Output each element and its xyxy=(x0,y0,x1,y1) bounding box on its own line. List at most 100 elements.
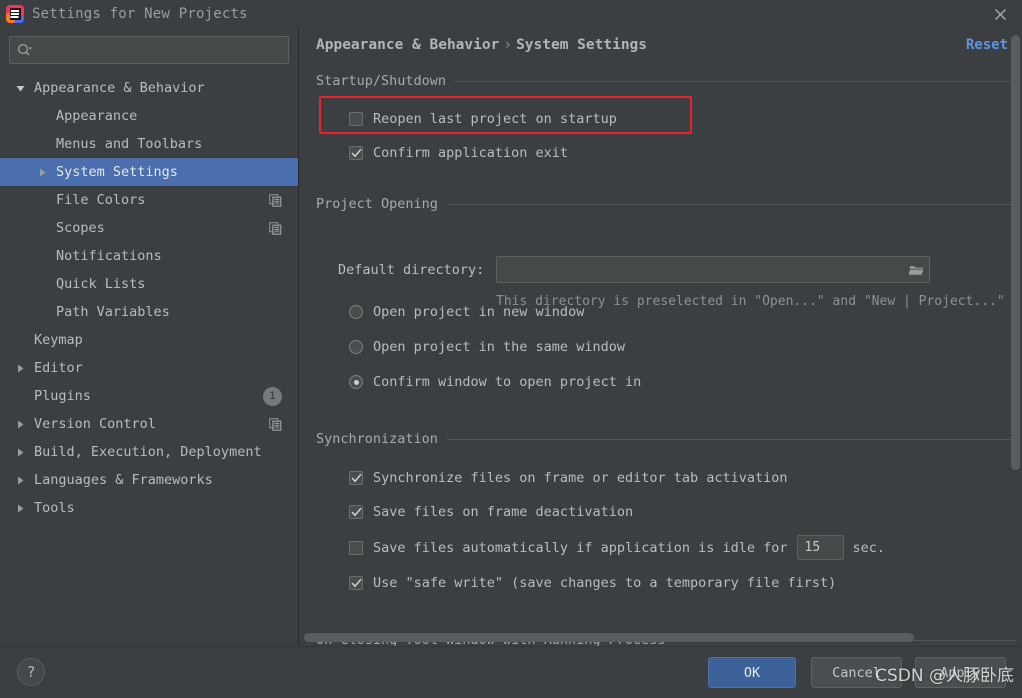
default-directory-label: Default directory: xyxy=(338,262,484,278)
dialog-footer: ? OK Cancel Apply xyxy=(0,646,1022,698)
sidebar-item-label: Notifications xyxy=(56,248,298,264)
tree-indent-spacer xyxy=(36,306,49,319)
check-icon xyxy=(351,578,362,588)
vertical-scrollbar-thumb[interactable] xyxy=(1011,35,1020,470)
section-rule xyxy=(454,81,1016,82)
chevron-right-icon[interactable] xyxy=(14,362,27,375)
breadcrumb: Appearance & Behavior›System Settings xyxy=(316,37,647,53)
sidebar-item-path-variables[interactable]: Path Variables xyxy=(0,298,298,326)
reset-link[interactable]: Reset xyxy=(966,37,1008,53)
section-project-opening: Project Opening xyxy=(316,196,1016,212)
checkbox-label: Synchronize files on frame or editor tab… xyxy=(373,470,788,486)
ok-button[interactable]: OK xyxy=(708,657,796,688)
checkbox-box[interactable] xyxy=(349,505,363,519)
tree-indent-spacer xyxy=(14,390,27,403)
sidebar-item-scopes[interactable]: Scopes xyxy=(0,214,298,242)
tree-indent-spacer xyxy=(36,222,49,235)
folder-icon[interactable] xyxy=(903,257,929,282)
sidebar-item-appearance[interactable]: Appearance xyxy=(0,102,298,130)
radio-button[interactable] xyxy=(349,340,363,354)
chevron-right-icon[interactable] xyxy=(14,474,27,487)
checkbox-safe-write[interactable]: Use "safe write" (save changes to a temp… xyxy=(349,571,1016,595)
horizontal-scrollbar-thumb[interactable] xyxy=(304,633,914,642)
search-box[interactable] xyxy=(9,36,289,64)
sidebar-item-label: Editor xyxy=(34,360,298,376)
sidebar-item-label: Quick Lists xyxy=(56,276,298,292)
checkbox-box[interactable] xyxy=(349,576,363,590)
section-rule xyxy=(446,439,1016,440)
chevron-right-icon[interactable] xyxy=(14,446,27,459)
sidebar-item-label: Build, Execution, Deployment xyxy=(34,444,298,460)
idle-seconds-input[interactable] xyxy=(798,540,843,555)
tree-indent-spacer xyxy=(36,278,49,291)
sidebar-item-file-colors[interactable]: File Colors xyxy=(0,186,298,214)
close-icon[interactable] xyxy=(978,0,1022,28)
sidebar-item-label: Keymap xyxy=(34,332,298,348)
chevron-right-icon[interactable] xyxy=(36,166,49,179)
checkbox-synchronize-files[interactable]: Synchronize files on frame or editor tab… xyxy=(349,466,1016,490)
default-directory-field[interactable] xyxy=(496,256,930,283)
checkbox-label: Save files on frame deactivation xyxy=(373,504,633,520)
plugins-update-badge: 1 xyxy=(263,387,282,406)
settings-sidebar: Appearance & Behavior Appearance Menus and… xyxy=(0,28,299,646)
intellij-idea-logo-icon xyxy=(6,5,24,23)
chevron-down-icon[interactable] xyxy=(14,82,27,95)
sidebar-item-label: System Settings xyxy=(56,164,298,180)
copy-icon[interactable] xyxy=(269,418,282,431)
tree-indent-spacer xyxy=(36,194,49,207)
sidebar-item-label: Version Control xyxy=(34,416,269,432)
sidebar-item-label: Appearance xyxy=(56,108,298,124)
checkbox-confirm-application-exit[interactable]: Confirm application exit xyxy=(349,141,1016,165)
sidebar-item-menus-and-toolbars[interactable]: Menus and Toolbars xyxy=(0,130,298,158)
idle-seconds-field[interactable] xyxy=(797,535,844,560)
sidebar-item-version-control[interactable]: Version Control xyxy=(0,410,298,438)
search-icon xyxy=(17,43,33,57)
sidebar-item-tools[interactable]: Tools xyxy=(0,494,298,522)
radio-open-in-new-window[interactable]: Open project in new window xyxy=(349,300,1016,324)
search-input[interactable] xyxy=(39,42,281,59)
checkbox-save-on-deactivation[interactable]: Save files on frame deactivation xyxy=(349,500,1016,524)
breadcrumb-parent[interactable]: Appearance & Behavior xyxy=(316,37,499,53)
chevron-right-icon[interactable] xyxy=(14,502,27,515)
sidebar-item-system-settings[interactable]: System Settings xyxy=(0,158,298,186)
checkbox-box[interactable] xyxy=(349,146,363,160)
checkbox-box[interactable] xyxy=(349,541,363,555)
sidebar-item-label: Appearance & Behavior xyxy=(34,80,298,96)
section-header: Startup/Shutdown xyxy=(316,73,1016,89)
checkbox-box[interactable] xyxy=(349,471,363,485)
default-directory-input[interactable] xyxy=(497,262,903,277)
radio-label: Confirm window to open project in xyxy=(373,374,641,390)
title-bar: Settings for New Projects xyxy=(0,0,1022,28)
radio-button[interactable] xyxy=(349,375,363,389)
radio-confirm-window[interactable]: Confirm window to open project in xyxy=(349,370,1016,394)
sidebar-item-label: Path Variables xyxy=(56,304,298,320)
sidebar-item-label: Menus and Toolbars xyxy=(56,136,298,152)
help-button[interactable]: ? xyxy=(17,658,45,686)
settings-dialog: Settings for New Projects Appearance & B… xyxy=(0,0,1022,698)
tree-indent-spacer xyxy=(36,110,49,123)
checkbox-box[interactable] xyxy=(349,112,363,126)
sidebar-item-build-execution-deployment[interactable]: Build, Execution, Deployment xyxy=(0,438,298,466)
sidebar-item-label: Languages & Frameworks xyxy=(34,472,298,488)
checkbox-reopen-last-project[interactable]: Reopen last project on startup xyxy=(349,107,1016,131)
radio-open-in-same-window[interactable]: Open project in the same window xyxy=(349,335,1016,359)
radio-button[interactable] xyxy=(349,305,363,319)
sidebar-item-keymap[interactable]: Keymap xyxy=(0,326,298,354)
apply-button[interactable]: Apply xyxy=(915,657,1006,688)
copy-icon[interactable] xyxy=(269,194,282,207)
chevron-right-icon[interactable] xyxy=(14,418,27,431)
section-rule xyxy=(446,204,1016,205)
sidebar-item-appearance-behavior[interactable]: Appearance & Behavior xyxy=(0,74,298,102)
section-header: Synchronization xyxy=(316,431,1016,447)
section-title: Synchronization xyxy=(316,431,438,447)
sidebar-item-languages-frameworks[interactable]: Languages & Frameworks xyxy=(0,466,298,494)
sidebar-item-editor[interactable]: Editor xyxy=(0,354,298,382)
checkbox-save-when-idle[interactable]: Save files automatically if application … xyxy=(349,534,1016,561)
sidebar-item-notifications[interactable]: Notifications xyxy=(0,242,298,270)
settings-content-panel: Appearance & Behavior›System Settings Re… xyxy=(300,28,1022,646)
copy-icon[interactable] xyxy=(269,222,282,235)
check-icon xyxy=(351,473,362,483)
sidebar-item-quick-lists[interactable]: Quick Lists xyxy=(0,270,298,298)
cancel-button[interactable]: Cancel xyxy=(811,657,902,688)
sidebar-item-plugins[interactable]: Plugins1 xyxy=(0,382,298,410)
